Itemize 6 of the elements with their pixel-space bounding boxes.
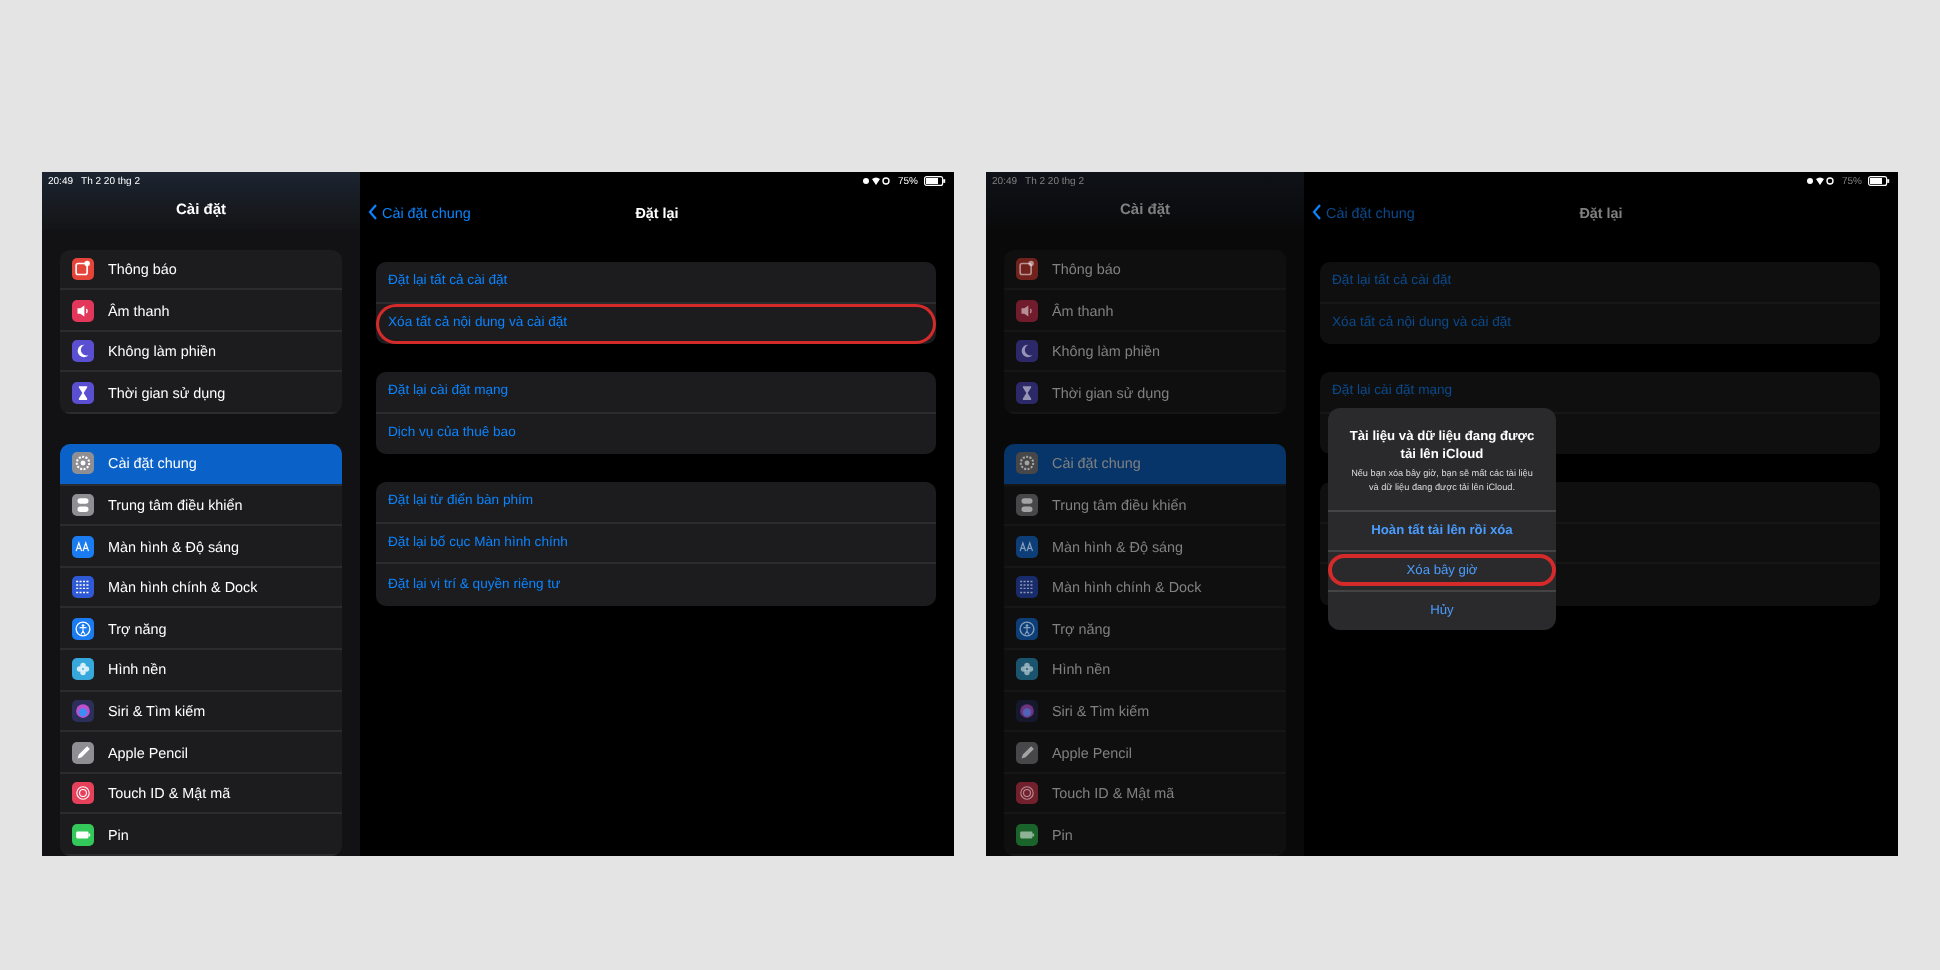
status-icons (861, 176, 890, 186)
battery-icon (1868, 176, 1890, 186)
chevron-icon (1312, 204, 1322, 220)
status-icons (1805, 176, 1834, 186)
chevron-icon (368, 204, 378, 220)
battery-icon (924, 176, 946, 186)
